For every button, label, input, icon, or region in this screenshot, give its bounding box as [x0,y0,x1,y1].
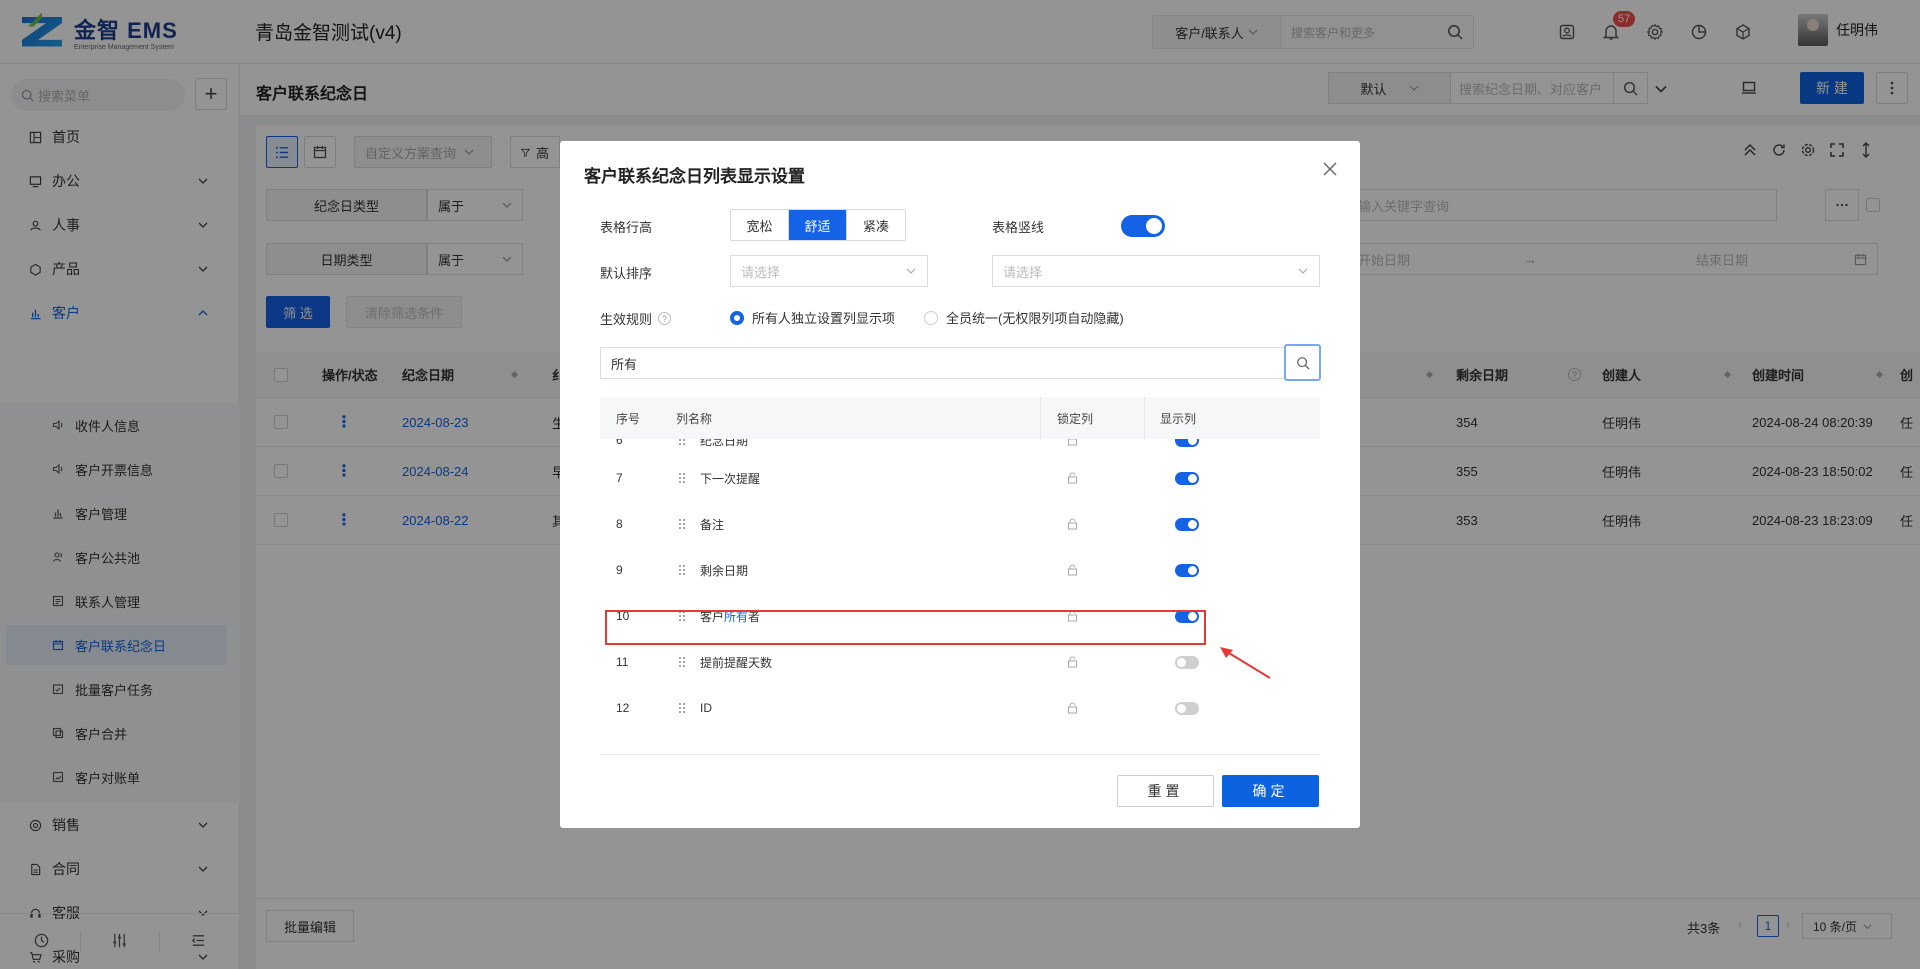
column-row-name: 剩余日期 [700,563,749,578]
column-row-no: 7 [616,471,623,485]
annotation-highlight-box [605,610,1206,645]
modal-title: 客户联系纪念日列表显示设置 [584,167,805,186]
lock-icon[interactable] [1067,639,1078,685]
default-sort-label: 默认排序 [600,266,653,281]
show-column-toggle[interactable] [1175,701,1199,715]
reset-button[interactable]: 重置 [1117,775,1214,807]
show-column-toggle[interactable] [1175,655,1199,669]
close-icon[interactable] [1320,159,1340,179]
column-row-no: 8 [616,517,623,531]
help-icon[interactable]: ? [658,312,672,325]
drag-handle-icon[interactable] [678,685,686,731]
column-row: 12 ID [600,685,1320,731]
divider [600,754,1320,755]
sort-field-select[interactable]: 请选择 [730,255,928,287]
column-table-header: 序号 列名称 锁定列 显示列 [600,397,1320,439]
column-settings-modal: 客户联系纪念日列表显示设置 表格行高 宽松 舒适 紧凑 表格竖线 默认排序 请选… [560,141,1360,828]
row-height-option-compact[interactable]: 紧凑 [847,210,905,240]
col-lock-header: 锁定列 [1057,411,1094,426]
drag-handle-icon[interactable] [678,547,686,593]
column-row: 7 下一次提醒 [600,455,1320,501]
show-column-toggle[interactable] [1175,471,1199,485]
column-row-no: 9 [616,563,623,577]
vertical-lines-toggle[interactable] [1121,215,1165,237]
column-row-name: 备注 [700,517,725,532]
show-column-toggle[interactable] [1175,517,1199,531]
row-height-label: 表格行高 [600,220,653,235]
col-show-header: 显示列 [1160,411,1197,426]
drag-handle-icon[interactable] [678,501,686,547]
effective-rule-label: 生效规则 ? [600,309,672,328]
vertical-lines-label: 表格竖线 [992,220,1045,235]
column-row-name: 提前提醒天数 [700,655,773,670]
search-icon [1296,356,1310,370]
row-height-segmented: 宽松 舒适 紧凑 [730,209,906,241]
column-row: 8 备注 [600,501,1320,547]
show-column-toggle[interactable] [1175,563,1199,577]
lock-icon[interactable] [1067,685,1078,731]
column-row-no: 11 [616,655,629,669]
column-row-name: ID [700,701,712,715]
drag-handle-icon[interactable] [678,455,686,501]
row-height-option-loose[interactable]: 宽松 [731,210,789,240]
annotation-arrow-icon [1220,647,1271,679]
column-row-no: 12 [616,701,630,715]
confirm-button[interactable]: 确定 [1222,775,1319,807]
row-height-option-comfort[interactable]: 舒适 [789,210,847,240]
column-row-name: 下一次提醒 [700,471,761,486]
lock-icon[interactable] [1067,455,1078,501]
sort-order-select[interactable]: 请选择 [992,255,1320,287]
chevron-down-icon [1298,268,1308,274]
column-table-body: 6 纪念日期 7 下一次提醒 8 备注 9 剩余日期 10 客户 所有 者 11… [600,439,1320,739]
col-no-header: 序号 [616,411,641,426]
radio-selected [730,310,744,325]
lock-icon[interactable] [1067,501,1078,547]
radio-unselected [924,310,938,325]
column-search-input[interactable]: 所有 [600,347,1318,379]
drag-handle-icon[interactable] [678,639,686,685]
rule-option-unified[interactable]: 全员统一(无权限列项自动隐藏) [924,308,1124,327]
column-row: 11 提前提醒天数 [600,639,1320,685]
show-column-toggle[interactable] [1175,439,1199,447]
column-row: 9 剩余日期 [600,547,1320,593]
lock-icon[interactable] [1067,547,1078,593]
col-name-header: 列名称 [676,411,713,426]
column-search-button[interactable] [1284,344,1321,381]
rule-option-individual[interactable]: 所有人独立设置列显示项 [730,308,895,327]
chevron-down-icon [906,268,916,274]
